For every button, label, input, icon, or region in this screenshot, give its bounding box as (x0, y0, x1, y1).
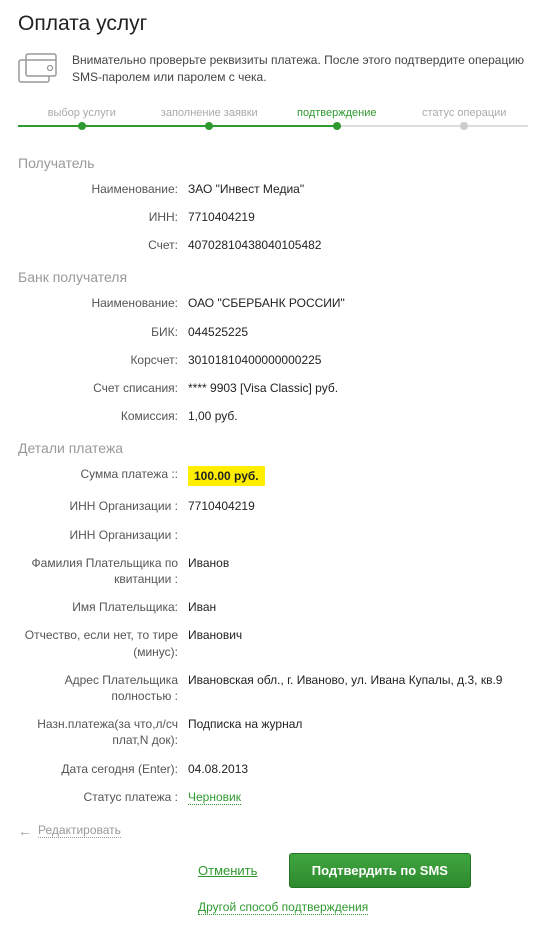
step-4: статус операции (401, 107, 529, 119)
info-text: Внимательно проверьте реквизиты платежа.… (72, 52, 528, 87)
bank-corr-value: 30101810400000000225 (188, 352, 528, 368)
recipient-name-label: Наименование: (18, 181, 188, 197)
bank-corr-label: Корсчет: (18, 352, 188, 368)
bank-bik-label: БИК: (18, 324, 188, 340)
bank-commission-label: Комиссия: (18, 408, 188, 424)
amount-value: 100.00 руб. (188, 466, 265, 486)
recipient-account-label: Счет: (18, 237, 188, 253)
org-inn-label: ИНН Организации : (18, 498, 188, 514)
status-value[interactable]: Черновик (188, 790, 241, 805)
status-label: Статус платежа : (18, 789, 188, 805)
surname-label: Фамилия Плательщика по квитанции : (18, 555, 188, 587)
progress-steps: выбор услуги заполнение заявки подтвержд… (18, 107, 528, 131)
arrow-left-icon: ← (18, 823, 32, 839)
section-details-title: Детали платежа (18, 440, 528, 456)
bank-bik-value: 044525225 (188, 324, 528, 340)
org-inn-value: 7710404219 (188, 498, 528, 514)
step-2: заполнение заявки (146, 107, 274, 119)
recipient-inn-label: ИНН: (18, 209, 188, 225)
edit-link[interactable]: Редактировать (38, 823, 121, 838)
page-title: Оплата услуг (18, 12, 528, 36)
bank-writeoff-value: **** 9903 [Visa Classic] руб. (188, 380, 528, 396)
step-1: выбор услуги (18, 107, 146, 119)
wallet-icon (18, 52, 58, 86)
bank-commission-value: 1,00 руб. (188, 408, 528, 424)
step-3: подтверждение (273, 107, 401, 119)
address-label: Адрес Плательщика полностью : (18, 672, 188, 704)
date-label: Дата сегодня (Enter): (18, 761, 188, 777)
surname-value: Иванов (188, 555, 528, 571)
org-inn2-label: ИНН Организации : (18, 527, 188, 543)
bank-name-label: Наименование: (18, 295, 188, 311)
recipient-inn-value: 7710404219 (188, 209, 528, 225)
amount-label: Сумма платежа :: (18, 466, 188, 482)
recipient-account-value: 40702810438040105482 (188, 237, 528, 253)
alt-confirm-link[interactable]: Другой способ подтверждения (198, 900, 368, 915)
patronymic-value: Иванович (188, 627, 528, 643)
purpose-value: Подписка на журнал (188, 716, 528, 732)
date-value: 04.08.2013 (188, 761, 528, 777)
purpose-label: Назн.платежа(за что,л/сч плат,N док): (18, 716, 188, 748)
cancel-link[interactable]: Отменить (198, 863, 257, 878)
confirm-sms-button[interactable]: Подтвердить по SMS (289, 853, 471, 888)
firstname-value: Иван (188, 599, 528, 615)
section-bank-title: Банк получателя (18, 269, 528, 285)
firstname-label: Имя Плательщика: (18, 599, 188, 615)
info-banner: Внимательно проверьте реквизиты платежа.… (18, 52, 528, 87)
address-value: Ивановская обл., г. Иваново, ул. Ивана К… (188, 672, 528, 688)
bank-name-value: ОАО "СБЕРБАНК РОССИИ" (188, 295, 528, 311)
section-recipient-title: Получатель (18, 155, 528, 171)
recipient-name-value: ЗАО "Инвест Медиа" (188, 181, 528, 197)
patronymic-label: Отчество, если нет, то тире (минус): (18, 627, 188, 659)
bank-writeoff-label: Счет списания: (18, 380, 188, 396)
